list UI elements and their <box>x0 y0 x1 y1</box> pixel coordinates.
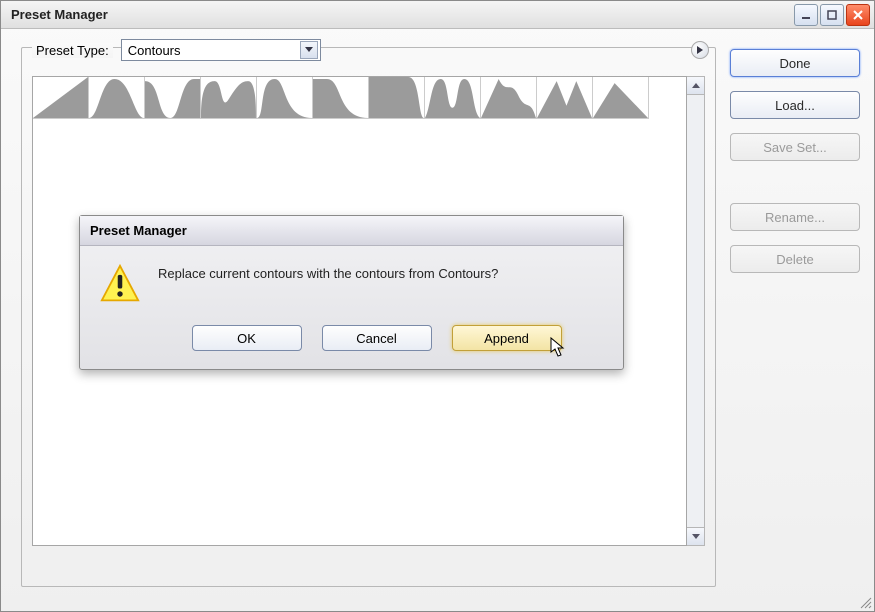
delete-button: Delete <box>730 245 860 273</box>
maximize-icon <box>827 10 837 20</box>
window-controls <box>794 4 870 26</box>
dialog-title: Preset Manager <box>80 216 623 246</box>
chevron-down-icon <box>300 41 318 59</box>
close-button[interactable] <box>846 4 870 26</box>
dialog-body: Replace current contours with the contou… <box>80 246 623 315</box>
window-title: Preset Manager <box>11 7 108 22</box>
contour-preset[interactable] <box>425 77 481 119</box>
minimize-button[interactable] <box>794 4 818 26</box>
contour-preset[interactable] <box>257 77 313 119</box>
resize-grip-icon[interactable] <box>858 595 872 609</box>
scroll-down-button[interactable] <box>687 527 704 545</box>
ok-button[interactable]: OK <box>192 325 302 351</box>
main-area: . Preset Type: Contours <box>21 47 716 597</box>
dialog-button-row: OK Cancel Append <box>80 315 623 369</box>
group-header: Preset Type: Contours <box>32 39 705 61</box>
preset-type-label: Preset Type: <box>32 43 113 58</box>
contour-preset[interactable] <box>33 77 89 119</box>
contour-preset[interactable] <box>89 77 145 119</box>
cancel-button[interactable]: Cancel <box>322 325 432 351</box>
preset-manager-window: Preset Manager . Preset Type: Contours <box>0 0 875 612</box>
cursor-icon <box>549 336 567 358</box>
content-area: . Preset Type: Contours <box>1 29 874 611</box>
contour-preset[interactable] <box>201 77 257 119</box>
titlebar: Preset Manager <box>1 1 874 29</box>
dialog-message: Replace current contours with the contou… <box>158 264 498 284</box>
chevron-up-icon <box>692 83 700 89</box>
vertical-scrollbar[interactable] <box>687 76 705 546</box>
contour-preset[interactable] <box>481 77 537 119</box>
flyout-arrow-icon <box>696 46 704 54</box>
preset-type-dropdown[interactable]: Contours <box>121 39 321 61</box>
header-spacer <box>329 50 683 51</box>
contour-preset[interactable] <box>313 77 369 119</box>
preset-type-value: Contours <box>128 43 181 58</box>
append-button[interactable]: Append <box>452 325 562 351</box>
maximize-button[interactable] <box>820 4 844 26</box>
minimize-icon <box>801 10 811 20</box>
rename-button: Rename... <box>730 203 860 231</box>
contour-preset[interactable] <box>369 77 425 119</box>
close-icon <box>853 10 863 20</box>
contour-preset[interactable] <box>537 77 593 119</box>
confirm-dialog: Preset Manager Replace current contours … <box>79 215 624 370</box>
chevron-down-icon <box>692 534 700 540</box>
append-button-label: Append <box>484 331 529 346</box>
load-button[interactable]: Load... <box>730 91 860 119</box>
warning-icon <box>100 264 140 307</box>
save-set-button: Save Set... <box>730 133 860 161</box>
scroll-up-button[interactable] <box>687 77 704 95</box>
contour-preset[interactable] <box>145 77 201 119</box>
sidebar: Done Load... Save Set... Rename... Delet… <box>730 47 860 597</box>
done-button[interactable]: Done <box>730 49 860 77</box>
flyout-menu-button[interactable] <box>691 41 709 59</box>
contour-preset[interactable] <box>593 77 649 119</box>
spacer <box>730 175 860 189</box>
